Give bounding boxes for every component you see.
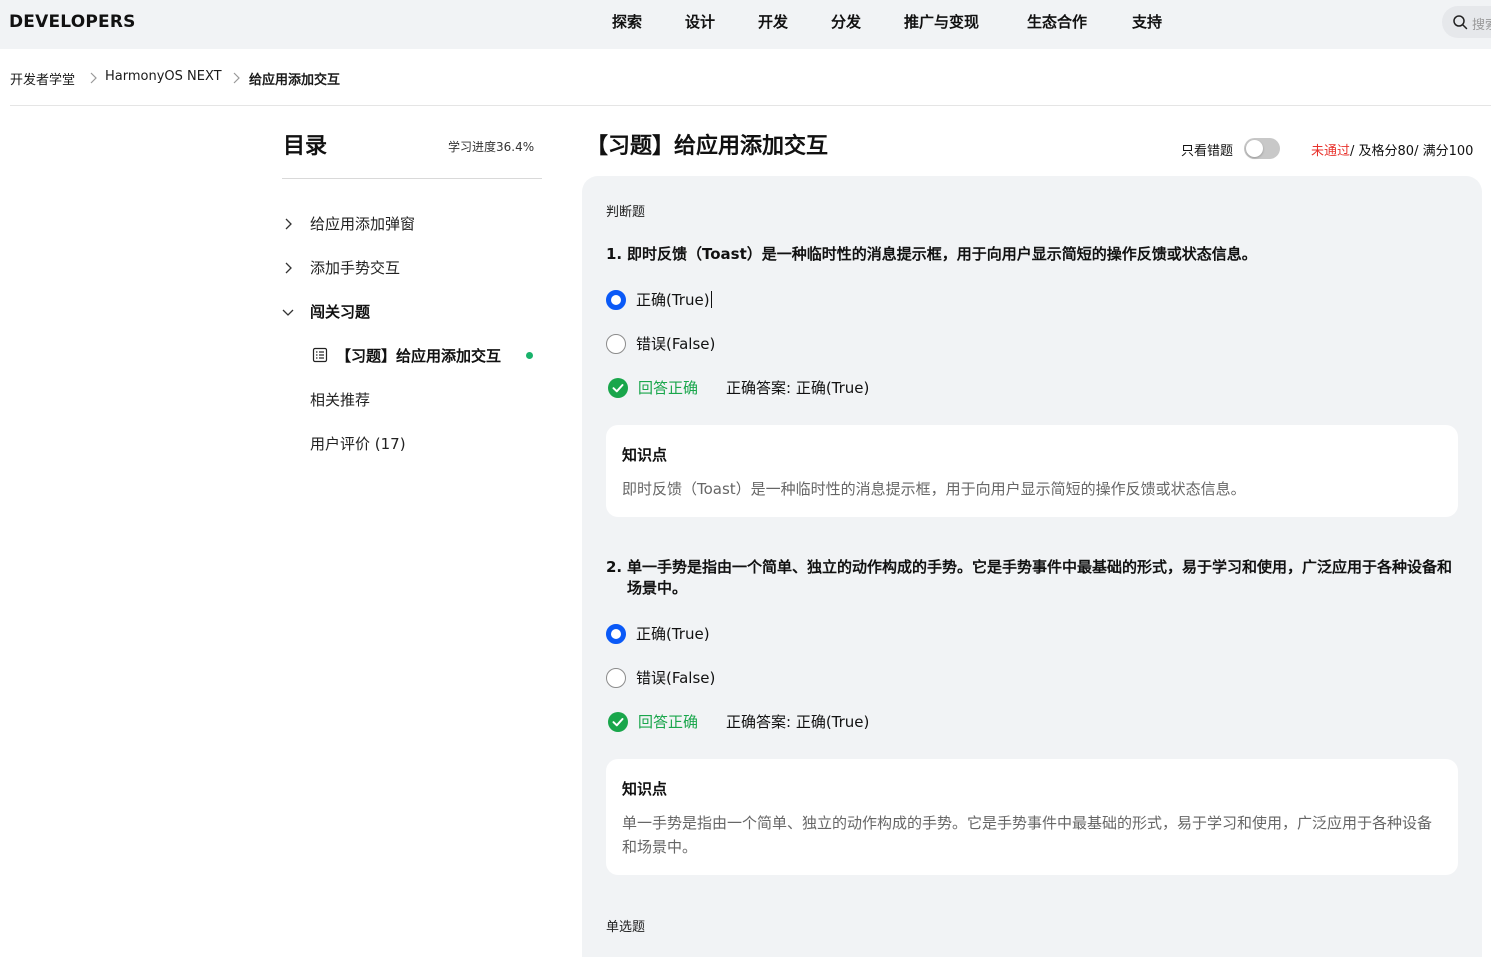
toc-item-label: 相关推荐: [310, 391, 371, 409]
question-2: 2. 单一手势是指由一个简单、独立的动作构成的手势。它是手势事件中最基础的形式，…: [606, 557, 1452, 599]
q1-knowledge-card: 知识点 即时反馈（Toast）是一种临时性的消息提示框，用于向用户显示简短的操作…: [606, 425, 1458, 517]
knowledge-title: 知识点: [622, 780, 668, 798]
option-label: 错误(False): [636, 335, 716, 353]
toggle-knob: [1246, 140, 1263, 157]
breadcrumb-item-academy[interactable]: 开发者学堂: [10, 69, 75, 88]
chevron-down-icon: [282, 309, 294, 316]
result-status: 回答正确: [638, 379, 699, 397]
correct-answer: 正确答案: 正确(True): [726, 713, 870, 731]
radio-checked[interactable]: [606, 290, 626, 310]
chevron-right-icon: [233, 72, 240, 84]
nav-item-distribute[interactable]: 分发: [831, 11, 861, 32]
chevron-right-icon: [285, 218, 292, 230]
toc-item-popup[interactable]: 给应用添加弹窗: [282, 213, 542, 237]
radio-checked[interactable]: [606, 624, 626, 644]
nav-item-explore[interactable]: 探索: [612, 11, 642, 32]
section-label-single-choice: 单选题: [606, 920, 646, 935]
question-text: 单一手势是指由一个简单、独立的动作构成的手势。它是手势事件中最基础的形式，易于学…: [627, 558, 1453, 597]
option-label: 正确(True): [636, 625, 710, 643]
q2-knowledge-card: 知识点 单一手势是指由一个简单、独立的动作构成的手势。它是手势事件中最基础的形式…: [606, 759, 1458, 875]
nav-item-promote[interactable]: 推广与变现: [904, 11, 979, 32]
chevron-right-icon: [285, 262, 292, 274]
nav-item-ecosystem[interactable]: 生态合作: [1027, 11, 1087, 32]
toc-divider: [282, 178, 542, 179]
option-label: 正确(True): [636, 291, 712, 309]
page-title: 【习题】给应用添加交互: [586, 134, 829, 159]
toc-item-reviews[interactable]: 用户评价 (17): [282, 433, 542, 457]
toc-item-gesture[interactable]: 添加手势交互: [282, 257, 542, 281]
score-detail: / 及格分80/ 满分100: [1350, 144, 1474, 159]
check-circle-icon: [608, 378, 628, 398]
toc-title: 目录: [283, 134, 328, 159]
toc-item-label: 闯关习题: [310, 303, 371, 321]
radio-unchecked[interactable]: [606, 668, 626, 688]
toc-item-label: 【习题】给应用添加交互: [336, 347, 502, 365]
current-indicator-dot: [526, 352, 533, 359]
toc-item-label: 给应用添加弹窗: [310, 215, 416, 233]
check-circle-icon: [608, 712, 628, 732]
breadcrumb-item-current: 给应用添加交互: [249, 73, 341, 88]
wrong-only-toggle[interactable]: [1244, 138, 1280, 159]
result-status: 回答正确: [638, 713, 699, 731]
search-input[interactable]: 搜索: [1442, 6, 1491, 38]
nav-item-design[interactable]: 设计: [685, 11, 715, 32]
nav-item-support[interactable]: 支持: [1132, 11, 1162, 32]
toc-item-label: 用户评价 (17): [310, 435, 406, 453]
toc-progress: 学习进度36.4%: [448, 140, 535, 154]
header-divider: [10, 105, 1491, 106]
chevron-right-icon: [90, 72, 97, 84]
knowledge-text: 即时反馈（Toast）是一种临时性的消息提示框，用于向用户显示简短的操作反馈或状…: [622, 480, 1246, 498]
knowledge-title: 知识点: [622, 446, 668, 464]
question-number: 2.: [606, 558, 623, 576]
nav-item-develop[interactable]: 开发: [758, 11, 788, 32]
score-summary: 未通过/ 及格分80/ 满分100: [1311, 140, 1473, 159]
question-1: 1. 即时反馈（Toast）是一种临时性的消息提示框，用于向用户显示简短的操作反…: [606, 244, 1452, 265]
search-icon: [1453, 15, 1468, 30]
main-nav: 探索 设计 开发 分发 推广与变现 生态合作 支持: [0, 11, 1491, 33]
toc-item-exercises[interactable]: 闯关习题: [282, 301, 542, 325]
question-number: 1.: [606, 245, 623, 263]
option-label: 错误(False): [636, 669, 716, 687]
toc-item-current-exercise[interactable]: 【习题】给应用添加交互: [312, 345, 542, 369]
section-label-true-false: 判断题: [606, 205, 646, 220]
top-nav: DEVELOPERS 探索 设计 开发 分发 推广与变现 生态合作 支持 搜索: [0, 0, 1491, 49]
radio-unchecked[interactable]: [606, 334, 626, 354]
toc-item-recommend[interactable]: 相关推荐: [282, 389, 542, 413]
score-status: 未通过: [1311, 144, 1351, 159]
question-text: 即时反馈（Toast）是一种临时性的消息提示框，用于向用户显示简短的操作反馈或状…: [627, 245, 1257, 263]
list-doc-icon: [312, 347, 328, 363]
toc-item-label: 添加手势交互: [310, 259, 401, 277]
knowledge-text: 单一手势是指由一个简单、独立的动作构成的手势。它是手势事件中最基础的形式，易于学…: [622, 814, 1433, 856]
correct-answer: 正确答案: 正确(True): [726, 379, 870, 397]
breadcrumb-item-harmonyos[interactable]: HarmonyOS NEXT: [105, 69, 222, 84]
wrong-only-label: 只看错题: [1181, 144, 1234, 159]
search-placeholder: 搜索: [1472, 18, 1491, 33]
quiz-panel: 判断题 1. 即时反馈（Toast）是一种临时性的消息提示框，用于向用户显示简短…: [582, 176, 1482, 957]
